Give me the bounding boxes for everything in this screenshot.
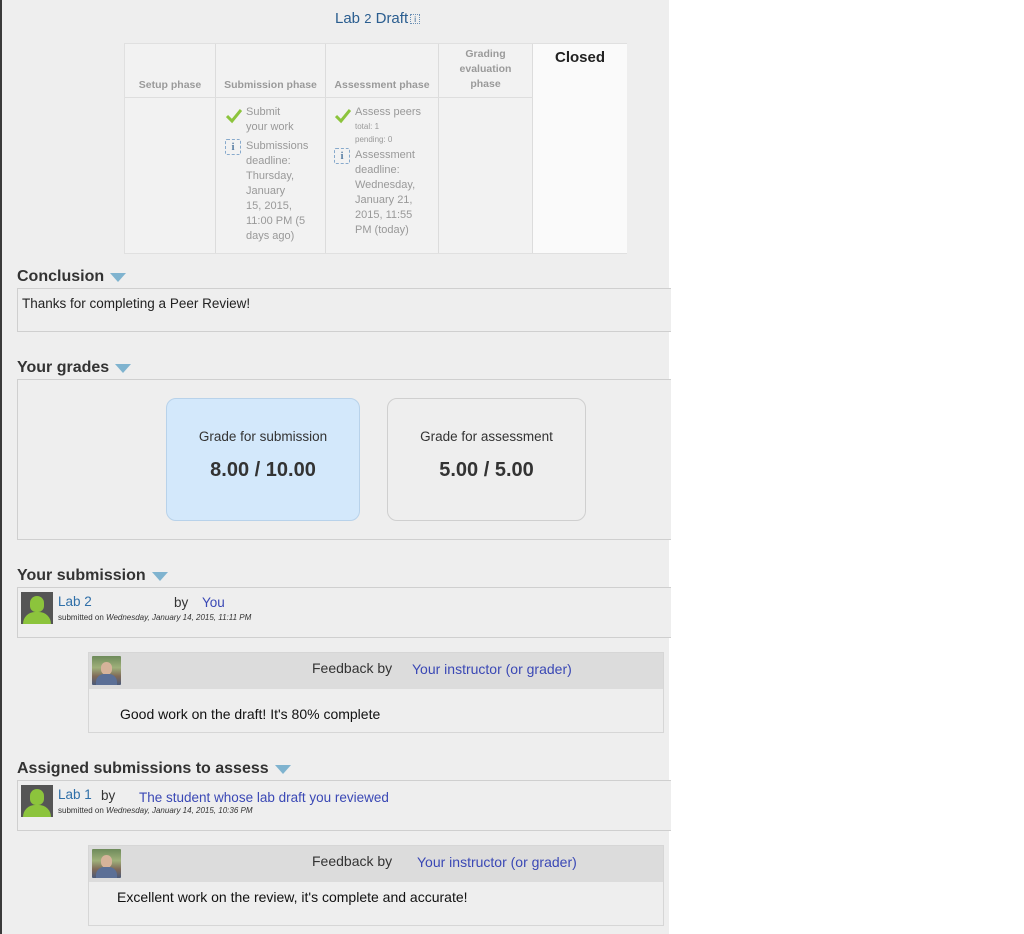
submission-author-link[interactable]: You — [202, 595, 225, 610]
submit-task: Submit your work — [246, 106, 294, 133]
phase-table: Setup phase Submission phase Submit your… — [124, 43, 627, 254]
feedback-header: Feedback by Your instructor (or grader) — [89, 653, 663, 689]
phase-assessment-title: Assessment phase — [334, 79, 430, 91]
instructor-photo-icon[interactable] — [92, 849, 121, 878]
title-prefix: Lab — [335, 10, 365, 27]
feedback-text: Excellent work on the review, it's compl… — [117, 889, 468, 905]
grade-submission-value: 8.00 / 10.00 — [210, 459, 316, 481]
phase-setup: Setup phase — [125, 44, 216, 253]
assess-total: total: 1 — [355, 122, 380, 131]
page-title: Lab 2 Draft i — [335, 10, 421, 27]
conclusion-text: Thanks for completing a Peer Review! — [22, 296, 251, 311]
phase-closed: Closed — [533, 44, 627, 253]
your-submission-heading[interactable]: Your submission — [17, 567, 168, 585]
submission-title-link[interactable]: Lab 2 — [58, 594, 92, 609]
grade-assessment-label: Grade for assessment — [420, 429, 553, 444]
assigned-author-link[interactable]: The student whose lab draft you reviewed — [139, 790, 389, 805]
phase-assessment: Assessment phase Assess peers total: 1 p… — [326, 44, 439, 253]
assessment-deadline: Assessment deadline: Wednesday, January … — [355, 149, 416, 236]
phase-setup-title: Setup phase — [138, 79, 202, 91]
feedback-box: Feedback by Your instructor (or grader) … — [88, 652, 664, 733]
by-label: by — [101, 788, 116, 803]
user-avatar-icon[interactable] — [21, 785, 53, 817]
phase-grading-evaluation: Grading evaluation phase — [439, 44, 533, 253]
info-icon: i — [334, 148, 350, 164]
assigned-title-link[interactable]: Lab 1 — [58, 787, 92, 802]
phase-submission: Submission phase Submit your work i Subm… — [216, 44, 326, 253]
assigned-meta: submitted on Wednesday, January 14, 2015… — [58, 806, 253, 815]
conclusion-heading[interactable]: Conclusion — [17, 268, 127, 286]
user-avatar-icon[interactable] — [21, 592, 53, 624]
feedback-header: Feedback by Your instructor (or grader) — [89, 846, 663, 882]
feedback-by-label: Feedback by — [312, 660, 393, 676]
check-icon — [335, 109, 351, 124]
info-icon: i — [225, 139, 241, 155]
submission-deadline: Submissions deadline: Thursday, January … — [246, 140, 309, 242]
phase-closed-title: Closed — [554, 49, 605, 66]
assess-pending: pending: 0 — [355, 135, 393, 144]
collapse-caret-icon[interactable] — [115, 364, 132, 373]
submission-meta: submitted on Wednesday, January 14, 2015… — [58, 613, 252, 622]
assigned-submissions-heading[interactable]: Assigned submissions to assess — [17, 760, 291, 778]
feedback-author-link[interactable]: Your instructor (or grader) — [412, 661, 572, 677]
instructor-photo-icon[interactable] — [92, 656, 121, 685]
feedback-text: Good work on the draft! It's 80% complet… — [120, 706, 381, 722]
grade-submission-label: Grade for submission — [198, 429, 328, 444]
workshop-page: Lab 2 Draft i Setup phase Submission phas… — [0, 0, 671, 934]
info-icon[interactable]: i — [410, 14, 421, 24]
grades-heading[interactable]: Your grades — [17, 359, 132, 377]
phase-grading-title: Grading evaluation phase — [459, 48, 512, 90]
collapse-caret-icon[interactable] — [151, 572, 168, 581]
phase-header-divider — [125, 97, 533, 98]
check-icon — [226, 109, 242, 124]
collapse-caret-icon[interactable] — [274, 765, 291, 774]
grade-for-submission-card: Grade for submission 8.00 / 10.00 — [166, 398, 360, 521]
feedback-box: Feedback by Your instructor (or grader) … — [88, 845, 664, 926]
feedback-by-label: Feedback by — [312, 853, 393, 869]
by-label: by — [174, 595, 189, 610]
collapse-caret-icon[interactable] — [110, 273, 127, 282]
assess-task: Assess peers total: 1 pending: 0 — [355, 106, 422, 144]
feedback-author-link[interactable]: Your instructor (or grader) — [417, 854, 577, 870]
phase-submission-title: Submission phase — [224, 79, 317, 91]
grade-for-assessment-card: Grade for assessment 5.00 / 5.00 — [387, 398, 586, 521]
grade-assessment-value: 5.00 / 5.00 — [439, 459, 534, 481]
title-suffix: Draft — [371, 10, 409, 27]
